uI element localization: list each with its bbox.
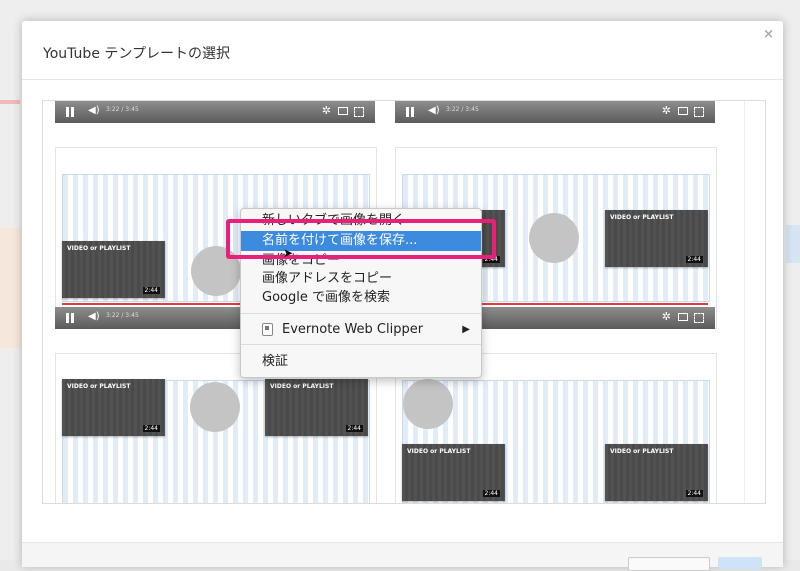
channel-avatar-placeholder — [529, 213, 579, 263]
volume-icon[interactable]: ◀) — [88, 105, 100, 116]
video-duration: 2:44 — [142, 287, 160, 294]
video-duration: 2:44 — [345, 425, 363, 432]
video-controls-bar: ◀) 3:22 / 3:45 ✲ — [395, 101, 715, 123]
video-label: VIDEO or PLAYLIST — [610, 448, 674, 455]
menu-item-evernote-web-clipper[interactable]: Evernote Web Clipper ▶ — [241, 320, 481, 340]
confirm-button[interactable] — [718, 557, 762, 569]
background-panel — [0, 228, 22, 348]
time-readout: 3:22 / 3:45 — [106, 312, 139, 319]
dialog-header: YouTube テンプレートの選択 × — [22, 21, 783, 80]
video-thumbnail: VIDEO or PLAYLIST 2:44 — [62, 241, 165, 298]
channel-avatar-placeholder — [403, 379, 453, 429]
video-controls-bar: ◀) 3:22 / 3:45 ✲ — [55, 101, 375, 123]
dialog-footer — [22, 542, 783, 571]
theater-icon[interactable] — [338, 107, 348, 115]
dialog-title: YouTube テンプレートの選択 — [43, 46, 230, 62]
time-readout: 3:22 / 3:45 — [446, 106, 479, 113]
menu-item-search-image-google[interactable]: Google で画像を検索 — [241, 288, 481, 308]
video-duration: 2:44 — [685, 256, 703, 263]
fullscreen-icon[interactable] — [694, 313, 704, 323]
video-duration: 2:44 — [685, 490, 703, 497]
gear-icon[interactable]: ✲ — [322, 104, 331, 117]
video-label: VIDEO or PLAYLIST — [407, 448, 471, 455]
pause-icon[interactable] — [66, 107, 69, 117]
gear-icon[interactable]: ✲ — [662, 104, 671, 117]
cancel-button[interactable] — [628, 557, 710, 571]
background-accent — [0, 100, 20, 104]
mouse-cursor-icon: ➤ — [283, 246, 294, 260]
highlight-annotation-box — [226, 219, 496, 259]
pause-icon[interactable] — [406, 107, 409, 117]
menu-separator — [241, 313, 481, 314]
video-duration: 2:44 — [482, 490, 500, 497]
evernote-icon — [262, 323, 273, 336]
video-thumbnail: VIDEO or PLAYLIST 2:44 — [265, 379, 368, 436]
video-label: VIDEO or PLAYLIST — [610, 214, 674, 221]
menu-item-copy-image-address[interactable]: 画像アドレスをコピー — [241, 269, 481, 289]
video-thumbnail: VIDEO or PLAYLIST 2:44 — [402, 444, 505, 501]
video-thumbnail: VIDEO or PLAYLIST 2:44 — [62, 379, 165, 436]
background-button — [786, 225, 800, 263]
fullscreen-icon[interactable] — [694, 107, 704, 117]
gear-icon[interactable]: ✲ — [662, 310, 671, 323]
menu-item-evernote-label: Evernote Web Clipper — [282, 322, 424, 337]
pause-icon[interactable] — [66, 313, 69, 323]
video-label: VIDEO or PLAYLIST — [67, 245, 131, 252]
theater-icon[interactable] — [678, 107, 688, 115]
fullscreen-icon[interactable] — [354, 107, 364, 117]
video-thumbnail: VIDEO or PLAYLIST 2:44 — [605, 444, 708, 501]
volume-icon[interactable]: ◀) — [428, 105, 440, 116]
volume-icon[interactable]: ◀) — [88, 311, 100, 322]
submenu-arrow-icon: ▶ — [462, 324, 470, 335]
video-thumbnail: VIDEO or PLAYLIST 2:44 — [605, 210, 708, 267]
menu-separator — [241, 344, 481, 345]
menu-item-inspect[interactable]: 検証 — [241, 352, 481, 372]
video-label: VIDEO or PLAYLIST — [270, 383, 334, 390]
preview-scrollbar[interactable] — [744, 101, 765, 503]
close-icon[interactable]: × — [763, 27, 774, 42]
theater-icon[interactable] — [678, 313, 688, 321]
channel-avatar-placeholder — [190, 382, 240, 432]
video-label: VIDEO or PLAYLIST — [67, 383, 131, 390]
video-duration: 2:44 — [142, 425, 160, 432]
time-readout: 3:22 / 3:45 — [106, 106, 139, 113]
